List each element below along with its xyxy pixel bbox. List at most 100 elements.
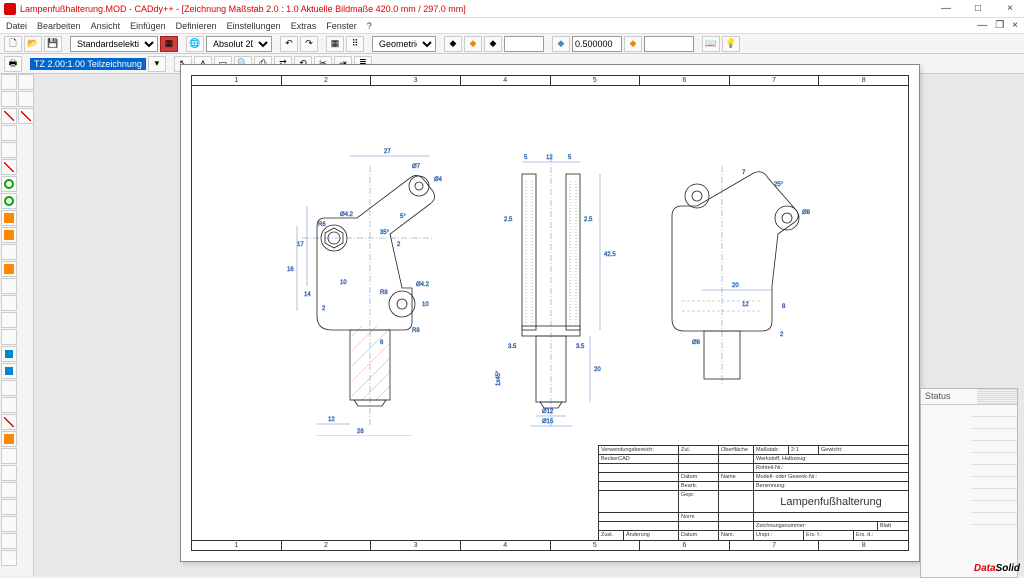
vtool-x10[interactable] [18,108,34,124]
svg-text:16: 16 [287,267,294,273]
vtool-arc[interactable] [1,142,17,158]
svg-text:10: 10 [340,280,347,286]
column-footer: 1 2 3 4 5 6 7 8 [192,540,908,550]
svg-text:26: 26 [357,429,364,435]
layer-button-3[interactable]: ◆ [484,36,502,52]
vtool-ellipse[interactable] [1,193,17,209]
svg-text:2: 2 [780,332,784,338]
vtool-erase[interactable] [1,414,17,430]
titlebar: Lampenfußhalterung.MOD - CADdy++ - [Zeic… [0,0,1024,18]
svg-text:Ø4: Ø4 [434,177,443,183]
col-7: 7 [730,76,820,85]
vtool-x3[interactable] [1,482,17,498]
vtool-fillet[interactable] [1,397,17,413]
right-view: 7 25° Ø8 20 12 8 Ø8 2 [642,126,832,386]
vtool-rect[interactable] [1,210,17,226]
selection-mode-dropdown[interactable]: Standardselektion [70,36,158,52]
menu-extras[interactable]: Extras [291,21,317,31]
vtool-x5[interactable] [1,516,17,532]
svg-text:10: 10 [422,302,429,308]
mdi-close[interactable]: × [1012,20,1018,31]
vtool-x7[interactable] [1,550,17,566]
svg-text:5: 5 [524,155,528,161]
vtool-x1[interactable] [1,448,17,464]
grid-button[interactable]: ▦ [326,36,344,52]
vtool-x4[interactable] [1,499,17,515]
maximize-button[interactable]: □ [968,3,988,14]
layer-dropdown[interactable]: Geometrie [372,36,436,52]
scale-input[interactable] [572,36,622,52]
svg-text:Ø4.2: Ø4.2 [416,282,430,288]
layer-input-2[interactable] [644,36,694,52]
col-4: 4 [461,76,551,85]
vtool-circle[interactable] [1,176,17,192]
canvas-area[interactable]: ↖ 1 2 3 4 5 6 7 8 1 2 3 4 5 6 7 8 [34,74,1024,576]
tz-dropdown-button[interactable]: ▾ [148,56,166,72]
close-button[interactable]: × [1000,3,1020,14]
save-button[interactable]: 💾 [44,36,62,52]
vtool-dim[interactable] [1,295,17,311]
coord-mode-dropdown[interactable]: Absolut 2D [206,36,272,52]
vtool-x8[interactable] [18,74,34,90]
svg-text:6: 6 [380,340,384,346]
vtool-pointer[interactable] [1,74,17,90]
vtool-fill[interactable] [1,261,17,277]
menu-einstellungen[interactable]: Einstellungen [227,21,281,31]
col-6: 6 [640,76,730,85]
vtool-arc2[interactable] [1,159,17,175]
bulb-button[interactable]: 💡 [722,36,740,52]
menu-definieren[interactable]: Definieren [176,21,217,31]
mdi-max[interactable]: ❐ [995,20,1004,31]
layer-button-1[interactable]: ◆ [444,36,462,52]
menu-ansicht[interactable]: Ansicht [91,21,121,31]
tz-indicator[interactable]: TZ 2.00:1.00 Teilzeichnung [30,58,146,70]
open-button[interactable]: 📂 [24,36,42,52]
menu-fenster[interactable]: Fenster [326,21,357,31]
svg-text:14: 14 [304,292,311,298]
vtool-polygon[interactable] [1,227,17,243]
status-grip[interactable] [977,389,1017,404]
column-header: 1 2 3 4 5 6 7 8 [192,76,908,86]
layer-button-4[interactable]: ◆ [552,36,570,52]
layer-button-5[interactable]: ◆ [624,36,642,52]
select-mode-button[interactable]: ▦ [160,36,178,52]
vtool-block[interactable] [1,346,17,362]
layer-button-2[interactable]: ◆ [464,36,482,52]
vtool-x2[interactable] [1,465,17,481]
menu-bearbeiten[interactable]: Bearbeiten [37,21,81,31]
layer-input-1[interactable] [504,36,544,52]
vtool-dim2[interactable] [1,312,17,328]
vtool-x6[interactable] [1,533,17,549]
vtool-text[interactable] [1,278,17,294]
vtool-polyline[interactable] [1,108,17,124]
svg-text:R6: R6 [318,222,326,228]
redo-button[interactable]: ↷ [300,36,318,52]
vtool-dim3[interactable] [1,329,17,345]
menu-help[interactable]: ? [367,21,372,31]
menu-einfuegen[interactable]: Einfügen [130,21,166,31]
vtool-chamfer[interactable] [1,380,17,396]
vtool-x9[interactable] [18,91,34,107]
vtool-hatch[interactable] [1,244,17,260]
vertical-toolbar [0,74,34,576]
drawing-sheet: 1 2 3 4 5 6 7 8 1 2 3 4 5 6 7 8 [180,64,920,562]
minimize-button[interactable]: — [936,3,956,14]
grid-dots-button[interactable]: ⠿ [346,36,364,52]
vtool-block2[interactable] [1,363,17,379]
vtool-color[interactable] [1,431,17,447]
undo-button[interactable]: ↶ [280,36,298,52]
menu-datei[interactable]: Datei [6,21,27,31]
svg-text:5: 5 [568,155,572,161]
book-button[interactable]: 📖 [702,36,720,52]
print-button[interactable]: 🖶 [4,56,22,72]
window-buttons: — □ × [936,3,1020,14]
new-button[interactable]: 🗋 [4,36,22,52]
mdi-min[interactable]: — [977,20,987,31]
vendor-logo: DataSolid [974,563,1020,574]
svg-text:2: 2 [322,306,326,312]
vtool-line[interactable] [1,91,17,107]
vtool-spline[interactable] [1,125,17,141]
svg-text:20: 20 [732,283,739,289]
svg-text:3.5: 3.5 [508,344,517,350]
globe-button[interactable]: 🌐 [186,36,204,52]
